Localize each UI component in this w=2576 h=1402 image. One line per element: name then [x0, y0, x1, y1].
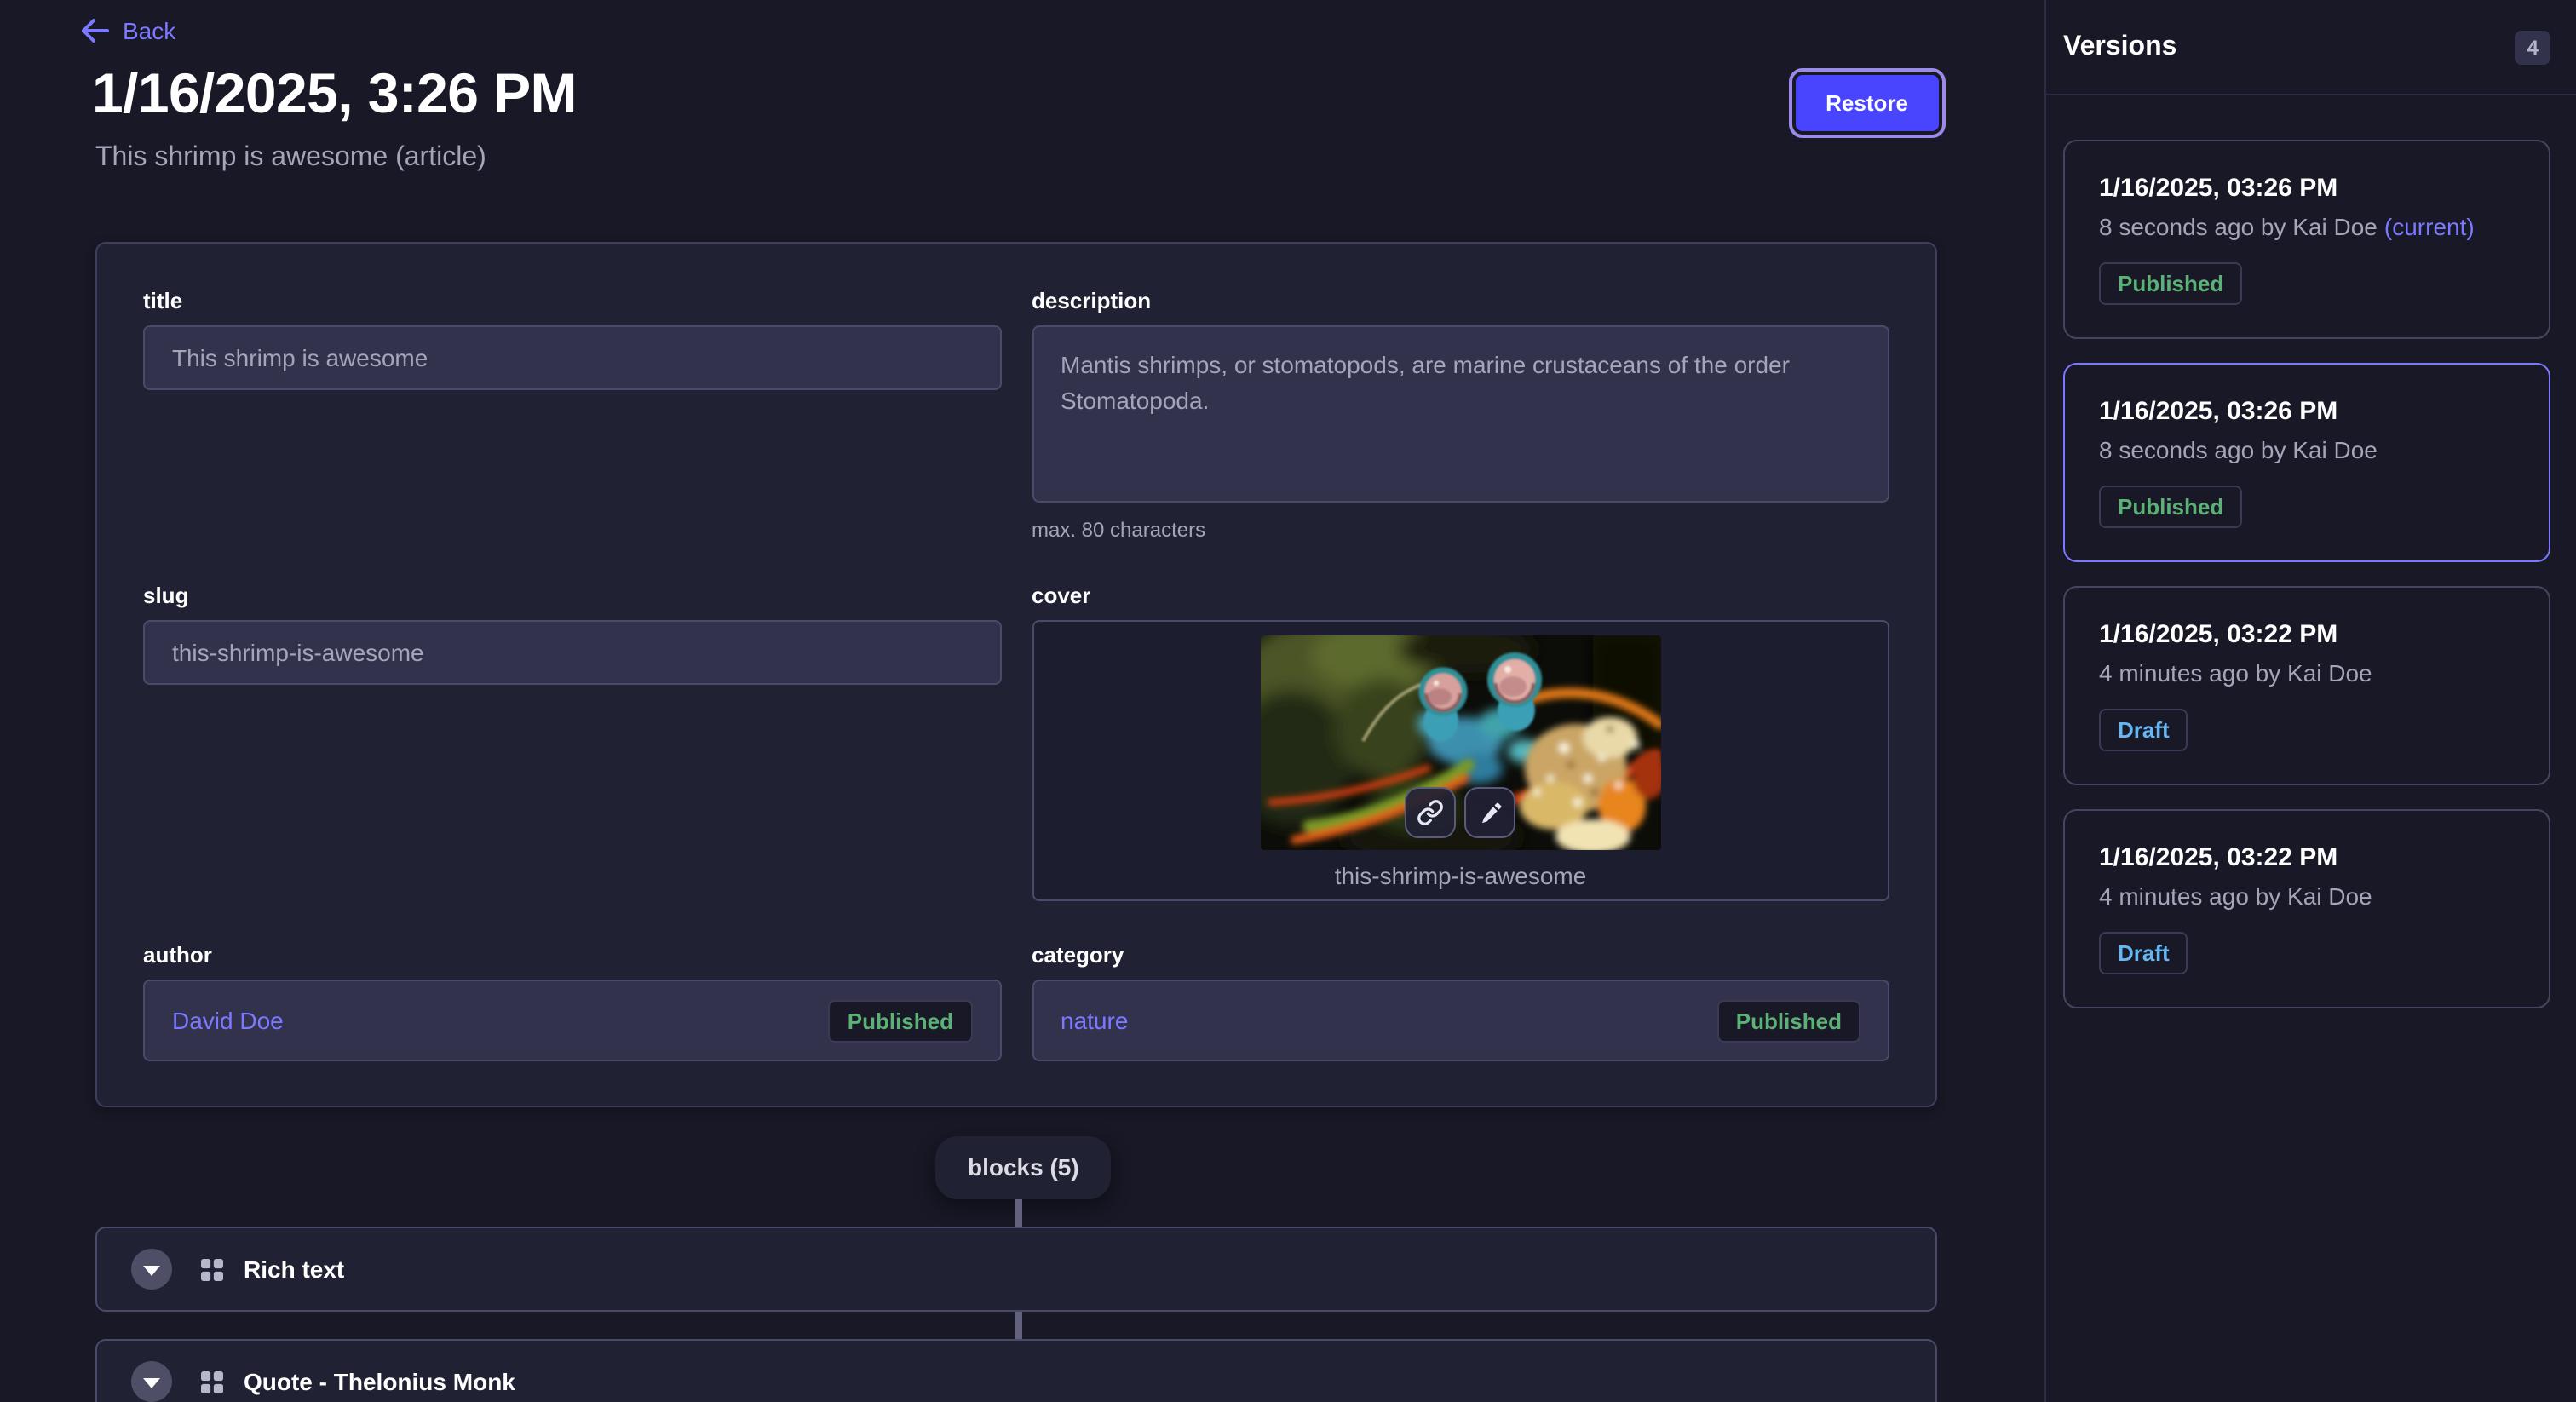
author-relation-link[interactable]: David Doe: [172, 1007, 284, 1034]
version-date: 1/16/2025, 03:26 PM: [2099, 397, 2515, 426]
blocks-connector-line: [1015, 1199, 1022, 1227]
author-status-badge: Published: [829, 999, 972, 1042]
chevron-down-icon: [143, 1377, 160, 1388]
restore-button-focus-ring: Restore: [1788, 68, 1946, 138]
cover-media-actions: [1406, 787, 1516, 838]
versions-sidebar: Versions 4 1/16/2025, 03:26 PM 8 seconds…: [2044, 0, 2576, 1402]
version-history-page: Back 1/16/2025, 3:26 PM This shrimp is a…: [0, 0, 2576, 1402]
description-label: description: [1032, 288, 1889, 313]
block-accordion-label: Quote - Thelonius Monk: [244, 1368, 515, 1395]
category-label: category: [1032, 942, 1889, 968]
field-author: author David Doe Published: [143, 942, 1001, 1061]
version-card[interactable]: 1/16/2025, 03:26 PM 8 seconds ago by Kai…: [2063, 140, 2550, 339]
blocks-connector-line: [1015, 1312, 1022, 1339]
current-tag: (current): [2384, 213, 2475, 240]
title-label: title: [143, 288, 1001, 313]
block-accordion-quote[interactable]: Quote - Thelonius Monk: [95, 1339, 1937, 1402]
block-accordion-rich-text[interactable]: Rich text: [95, 1227, 1937, 1312]
category-relation-link[interactable]: nature: [1061, 1007, 1128, 1034]
copy-link-button[interactable]: [1406, 787, 1457, 838]
entry-fields-card: title description Mantis shrimps, or sto…: [95, 242, 1937, 1107]
accordion-toggle-button[interactable]: [131, 1249, 172, 1290]
page-title: 1/16/2025, 3:26 PM: [92, 61, 577, 126]
drag-handle-icon[interactable]: [201, 1370, 223, 1393]
title-input: [143, 325, 1001, 390]
restore-button[interactable]: Restore: [1795, 75, 1939, 131]
versions-list: 1/16/2025, 03:26 PM 8 seconds ago by Kai…: [2046, 95, 2576, 1008]
cover-media-box: this-shrimp-is-awesome: [1032, 620, 1889, 901]
field-title: title: [143, 288, 1001, 542]
edit-media-button[interactable]: [1465, 787, 1516, 838]
slug-input: [143, 620, 1001, 685]
main-panel: Back 1/16/2025, 3:26 PM This shrimp is a…: [0, 0, 2044, 1402]
field-category: category nature Published: [1032, 942, 1889, 1061]
versions-header: Versions 4: [2046, 0, 2576, 95]
pencil-icon: [1478, 800, 1504, 825]
version-status-badge: Published: [2099, 262, 2242, 305]
category-relation-box: nature Published: [1032, 980, 1889, 1061]
chevron-down-icon: [143, 1265, 160, 1275]
description-textarea: Mantis shrimps, or stomatopods, are mari…: [1032, 325, 1889, 503]
blocks-count-pill: blocks (5): [935, 1136, 1112, 1199]
version-meta: 8 seconds ago by Kai Doe(current): [2099, 213, 2515, 240]
version-card[interactable]: 1/16/2025, 03:26 PM 8 seconds ago by Kai…: [2063, 363, 2550, 562]
back-link[interactable]: Back: [82, 17, 175, 44]
page-subtitle: This shrimp is awesome (article): [95, 143, 486, 174]
version-meta: 4 minutes ago by Kai Doe: [2099, 882, 2515, 910]
cover-label: cover: [1032, 583, 1889, 608]
version-date: 1/16/2025, 03:22 PM: [2099, 843, 2515, 872]
field-slug: slug: [143, 583, 1001, 901]
version-status-badge: Published: [2099, 486, 2242, 528]
version-status-badge: Draft: [2099, 932, 2188, 974]
field-cover: cover: [1032, 583, 1889, 901]
author-relation-box: David Doe Published: [143, 980, 1001, 1061]
description-helper-text: max. 80 characters: [1032, 518, 1889, 542]
versions-title: Versions: [2063, 32, 2176, 62]
field-description: description Mantis shrimps, or stomatopo…: [1032, 288, 1889, 542]
version-date: 1/16/2025, 03:26 PM: [2099, 174, 2515, 203]
accordion-toggle-button[interactable]: [131, 1361, 172, 1402]
category-status-badge: Published: [1717, 999, 1860, 1042]
version-card[interactable]: 1/16/2025, 03:22 PM 4 minutes ago by Kai…: [2063, 586, 2550, 785]
version-meta: 8 seconds ago by Kai Doe: [2099, 436, 2515, 463]
version-date: 1/16/2025, 03:22 PM: [2099, 620, 2515, 649]
version-meta: 4 minutes ago by Kai Doe: [2099, 659, 2515, 687]
versions-count-badge: 4: [2516, 30, 2550, 64]
link-icon: [1417, 799, 1445, 826]
version-card[interactable]: 1/16/2025, 03:22 PM 4 minutes ago by Kai…: [2063, 809, 2550, 1008]
author-label: author: [143, 942, 1001, 968]
block-accordion-label: Rich text: [244, 1255, 344, 1283]
drag-handle-icon[interactable]: [201, 1258, 223, 1280]
back-arrow-icon: [82, 19, 109, 43]
version-status-badge: Draft: [2099, 709, 2188, 751]
slug-label: slug: [143, 583, 1001, 608]
back-label: Back: [123, 17, 175, 44]
cover-filename: this-shrimp-is-awesome: [1335, 862, 1587, 889]
